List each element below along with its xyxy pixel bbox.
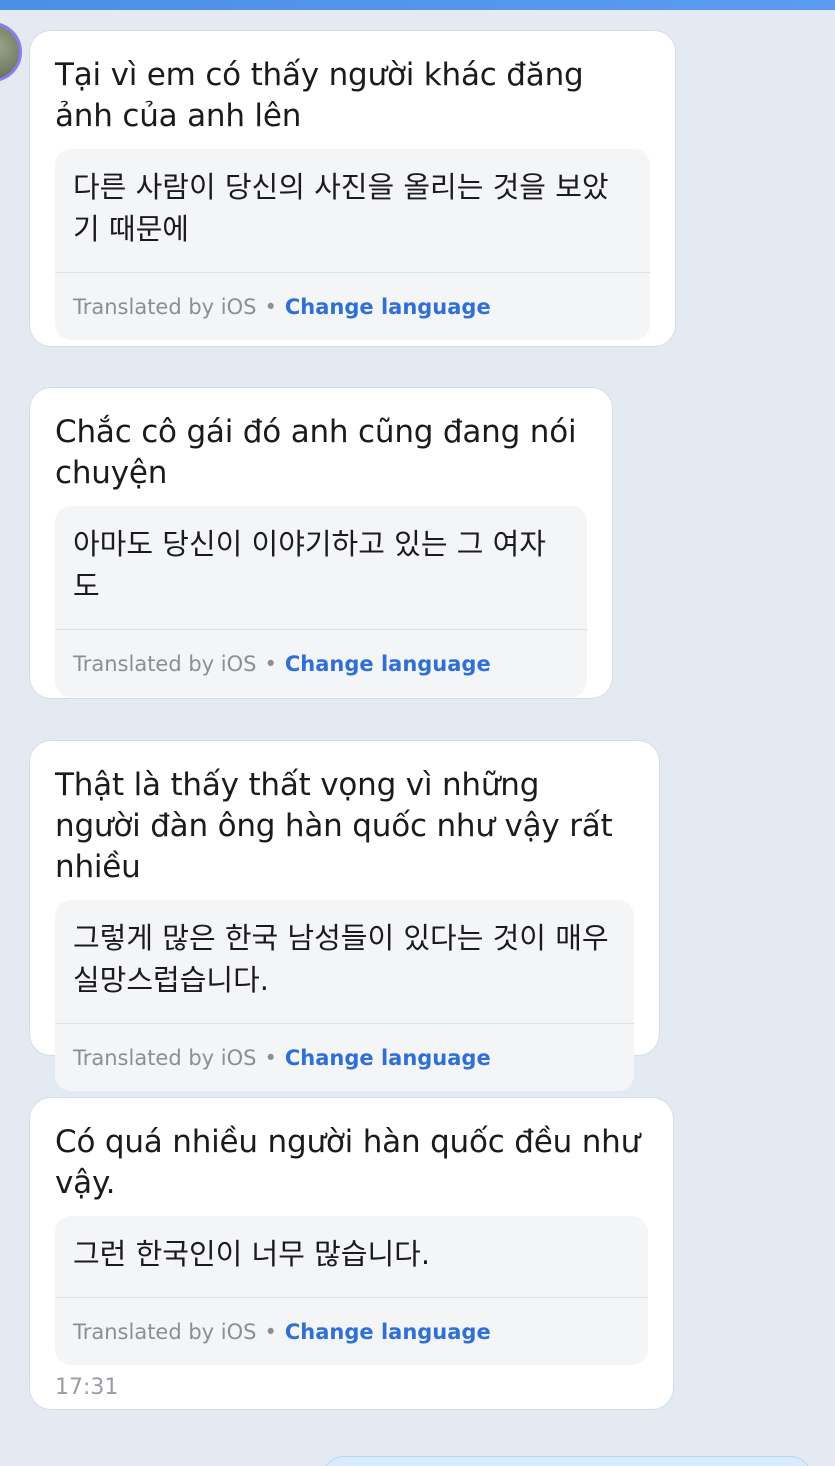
translation-text: 그런 한국인이 너무 많습니다. xyxy=(73,1237,431,1271)
separator-dot: • xyxy=(264,1045,277,1070)
translated-by-label: Translated by iOS xyxy=(73,1319,257,1344)
change-language-link[interactable]: Change language xyxy=(285,295,491,319)
message-timestamp: 17:31 xyxy=(55,1375,119,1400)
translation-footer: Translated by iOS • Change language xyxy=(55,629,587,697)
translation-text: 그렇게 많은 한국 남성들이 있다는 것이 매우 실망스럽습니다. xyxy=(73,921,609,997)
message-bubble[interactable]: Thật là thấy thất vọng vì những người đà… xyxy=(29,740,660,1091)
change-language-link[interactable]: Change language xyxy=(285,1046,491,1070)
separator-dot: • xyxy=(264,1319,277,1344)
message-bubble[interactable]: Chắc cô gái đó anh cũng đang nói chuyện … xyxy=(29,387,613,699)
change-language-link[interactable]: Change language xyxy=(285,652,491,676)
translation-box: 아마도 당신이 이야기하고 있는 그 여자도 Translated by iOS… xyxy=(55,506,587,697)
message-bubble[interactable]: Tại vì em có thấy người khác đăng ảnh củ… xyxy=(29,30,676,347)
change-language-link[interactable]: Change language xyxy=(285,1320,491,1344)
translation-text: 다른 사람이 당신의 사진을 올리는 것을 보았기 때문에 xyxy=(73,170,609,246)
translation-box: 그렇게 많은 한국 남성들이 있다는 것이 매우 실망스럽습니다. Transl… xyxy=(55,900,634,1091)
top-accent-bar xyxy=(0,0,835,10)
message-text: Thật là thấy thất vọng vì những người đà… xyxy=(55,767,613,885)
translation-footer: Translated by iOS • Change language xyxy=(55,1297,648,1365)
translated-by-label: Translated by iOS xyxy=(73,1045,257,1070)
separator-dot: • xyxy=(264,294,277,319)
outgoing-message-bubble[interactable] xyxy=(322,1456,812,1466)
message-text: Chắc cô gái đó anh cũng đang nói chuyện xyxy=(55,414,577,491)
separator-dot: • xyxy=(264,651,277,676)
translated-by-label: Translated by iOS xyxy=(73,651,257,676)
message-text: Có quá nhiều người hàn quốc đều như vậy. xyxy=(55,1124,641,1201)
translation-box: 그런 한국인이 너무 많습니다. Translated by iOS • Cha… xyxy=(55,1216,648,1365)
translation-box: 다른 사람이 당신의 사진을 올리는 것을 보았기 때문에 Translated… xyxy=(55,149,650,340)
translation-footer: Translated by iOS • Change language xyxy=(55,1023,634,1091)
avatar[interactable] xyxy=(0,22,22,82)
translation-text: 아마도 당신이 이야기하고 있는 그 여자도 xyxy=(73,527,546,603)
message-bubble[interactable]: Có quá nhiều người hàn quốc đều như vậy.… xyxy=(29,1097,674,1410)
translated-by-label: Translated by iOS xyxy=(73,294,257,319)
message-text: Tại vì em có thấy người khác đăng ảnh củ… xyxy=(55,57,584,134)
translation-footer: Translated by iOS • Change language xyxy=(55,272,650,340)
